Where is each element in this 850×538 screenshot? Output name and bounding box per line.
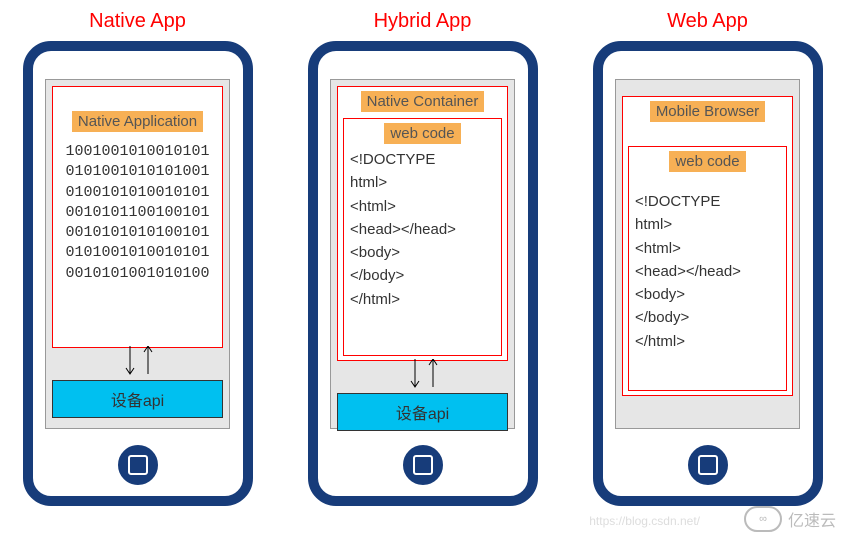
web-title: Web App <box>667 10 748 33</box>
native-container-box: Native Container web code <!DOCTYPE html… <box>337 86 508 361</box>
hybrid-arrows <box>337 359 508 389</box>
native-application-label: Native Application <box>72 111 203 132</box>
hybrid-webcode-label: web code <box>384 123 460 144</box>
device-api-hybrid: 设备api <box>337 393 508 431</box>
mobile-browser-label: Mobile Browser <box>650 101 765 122</box>
native-container-label: Native Container <box>361 91 485 112</box>
phone-screen-hybrid: Native Container web code <!DOCTYPE html… <box>330 79 515 429</box>
web-code: <!DOCTYPE html> <html> <head></head> <bo… <box>635 190 741 353</box>
web-column: Web App Mobile Browser web code <!DOCTYP… <box>590 10 825 506</box>
home-button-icon <box>685 442 731 488</box>
diagram-row: Native App Native Application 1001001010… <box>20 10 830 506</box>
phone-frame-hybrid: Native Container web code <!DOCTYPE html… <box>308 41 538 506</box>
web-webcode-label: web code <box>669 151 745 172</box>
hybrid-code: <!DOCTYPE html> <html> <head></head> <bo… <box>350 148 456 311</box>
phone-frame-web: Mobile Browser web code <!DOCTYPE html> … <box>593 41 823 506</box>
watermark-brand: ∞ 亿速云 <box>744 506 836 532</box>
watermark-text: 亿速云 <box>788 507 836 531</box>
phone-screen-web: Mobile Browser web code <!DOCTYPE html> … <box>615 79 800 429</box>
phone-frame-native: Native Application 1001001010010101 0101… <box>23 41 253 506</box>
native-column: Native App Native Application 1001001010… <box>20 10 255 506</box>
hybrid-column: Hybrid App Native Container web code <!D… <box>305 10 540 506</box>
home-button-icon <box>400 442 446 488</box>
hybrid-title: Hybrid App <box>374 10 472 33</box>
phone-screen-native: Native Application 1001001010010101 0101… <box>45 79 230 429</box>
native-title: Native App <box>89 10 186 33</box>
cloud-icon: ∞ <box>744 506 782 532</box>
web-webcode-box: web code <!DOCTYPE html> <html> <head></… <box>628 146 787 391</box>
native-binary-code: 1001001010010101 0101001010101001 010010… <box>65 142 209 284</box>
home-button-icon <box>115 442 161 488</box>
native-app-box: Native Application 1001001010010101 0101… <box>52 86 223 348</box>
device-api-native: 设备api <box>52 380 223 418</box>
mobile-browser-box: Mobile Browser web code <!DOCTYPE html> … <box>622 96 793 396</box>
hybrid-webcode-box: web code <!DOCTYPE html> <html> <head></… <box>343 118 502 356</box>
native-arrows <box>52 346 223 376</box>
watermark-url: https://blog.csdn.net/ <box>589 514 700 528</box>
